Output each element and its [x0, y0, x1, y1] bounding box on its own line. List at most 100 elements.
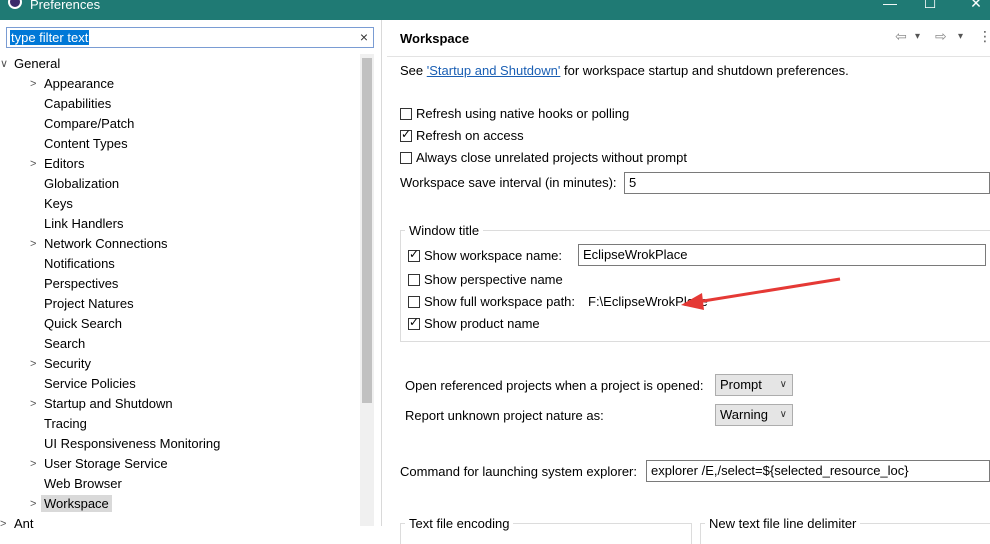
chevron-down-icon[interactable]: ∨ [0, 54, 10, 74]
chevron-right-icon[interactable]: > [30, 454, 40, 474]
tree-item-label: Appearance [44, 76, 115, 91]
refresh-on-access-checkbox[interactable]: ✓ [400, 127, 412, 142]
filter-input[interactable]: type filter text × [6, 27, 374, 48]
tree-item[interactable]: UI Responsiveness Monitoring [44, 434, 220, 454]
tree-item-label: Web Browser [44, 476, 122, 491]
tree-item[interactable]: Quick Search [44, 314, 122, 334]
refresh-native-checkbox[interactable] [400, 108, 412, 120]
tree-scrollbar[interactable] [360, 54, 374, 526]
tree-item[interactable]: Tracing [44, 414, 87, 434]
tree-item[interactable]: > User Storage Service [30, 454, 168, 474]
tree-item[interactable]: > Ant [0, 514, 34, 534]
tree-item[interactable]: > Startup and Shutdown [30, 394, 173, 414]
open-referenced-value: Prompt [720, 377, 762, 392]
tree-item[interactable]: Service Policies [44, 374, 136, 394]
open-referenced-select[interactable]: Prompt ∨ [715, 374, 793, 396]
hint-suffix: for workspace startup and shutdown prefe… [560, 63, 849, 78]
tree-item-label: Quick Search [44, 316, 123, 331]
forward-menu-icon[interactable]: ▾ [958, 31, 963, 42]
chevron-down-icon: ∨ [779, 379, 787, 390]
always-close-label: Always close unrelated projects without … [416, 150, 687, 165]
tree-item[interactable]: > Editors [30, 154, 85, 174]
show-product-name-checkbox[interactable]: ✓ [408, 315, 420, 330]
tree-scrollbar-thumb[interactable] [362, 58, 372, 403]
tree-item[interactable]: Search [44, 334, 85, 354]
hint-prefix: See [400, 63, 427, 78]
tree-item[interactable]: Link Handlers [44, 214, 124, 234]
header-divider [387, 56, 990, 57]
maximize-button[interactable]: ☐ [920, 0, 940, 11]
chevron-right-icon[interactable]: > [30, 154, 40, 174]
back-arrow-icon[interactable]: ⇦ [895, 28, 907, 45]
check-icon: ✓ [409, 315, 420, 329]
annotation-arrow-icon [681, 277, 841, 310]
tree-item-label: Perspectives [44, 276, 119, 291]
tree-item[interactable]: Web Browser [44, 474, 122, 494]
tree-item[interactable]: Capabilities [44, 94, 111, 114]
minimize-button[interactable]: — [880, 0, 900, 11]
more-options-icon[interactable]: ⋮ [978, 28, 990, 45]
forward-arrow-icon[interactable]: ⇨ [935, 28, 947, 45]
tree-item[interactable]: > Security [30, 354, 91, 374]
tree-item[interactable]: Globalization [44, 174, 119, 194]
text-encoding-label: Text file encoding [405, 516, 514, 532]
chevron-right-icon[interactable]: > [30, 394, 40, 414]
report-unknown-select[interactable]: Warning ∨ [715, 404, 793, 426]
tree-item-label: UI Responsiveness Monitoring [44, 436, 221, 451]
tree-item[interactable]: > Appearance [30, 74, 115, 94]
chevron-right-icon[interactable]: > [30, 234, 40, 254]
show-workspace-name-checkbox[interactable]: ✓ [408, 247, 420, 262]
startup-shutdown-hint: See 'Startup and Shutdown' for workspace… [400, 63, 849, 79]
page-title: Workspace [400, 31, 470, 46]
preference-page: Workspace ⇦ ▾ ⇨ ▾ ⋮ See 'Startup and Shu… [387, 20, 990, 544]
filter-input-text[interactable]: type filter text [10, 30, 90, 45]
show-workspace-name-label: Show workspace name: [424, 248, 563, 263]
save-interval-input[interactable]: 5 [624, 172, 990, 194]
tree-item-label: Startup and Shutdown [44, 396, 173, 411]
chevron-right-icon[interactable]: > [0, 514, 10, 534]
show-full-path-label: Show full workspace path: [424, 294, 576, 309]
tree-item[interactable]: Perspectives [44, 274, 118, 294]
tree-item[interactable]: Content Types [44, 134, 128, 154]
tree-item-label: Compare/Patch [44, 116, 135, 131]
tree-item[interactable]: Project Natures [44, 294, 134, 314]
tree-item-label: Editors [44, 156, 85, 171]
tree-item-label: Content Types [44, 136, 128, 151]
chevron-right-icon[interactable]: > [30, 494, 40, 514]
back-menu-icon[interactable]: ▾ [915, 31, 920, 42]
clear-filter-icon[interactable]: × [360, 29, 368, 45]
tree-item-label: Project Natures [44, 296, 134, 311]
chevron-right-icon[interactable]: > [30, 74, 40, 94]
tree-item-label: Tracing [44, 416, 87, 431]
save-interval-label: Workspace save interval (in minutes): [400, 175, 617, 190]
tree-item-label: Network Connections [44, 236, 168, 251]
window-title: Preferences [30, 0, 101, 12]
explorer-command-input[interactable]: explorer /E,/select=${selected_resource_… [646, 460, 990, 482]
tree-item-label: Service Policies [44, 376, 136, 391]
tree-item[interactable]: ∨ General [0, 54, 61, 74]
refresh-on-access-label: Refresh on access [416, 128, 524, 143]
tree-item-label: Keys [44, 196, 73, 211]
tree-item[interactable]: > Workspace [30, 494, 112, 514]
page-header: Workspace ⇦ ▾ ⇨ ▾ ⋮ [387, 20, 990, 56]
tree-item[interactable]: Notifications [44, 254, 115, 274]
refresh-native-label: Refresh using native hooks or polling [416, 106, 630, 121]
show-full-path-checkbox[interactable] [408, 296, 420, 308]
close-button[interactable]: ✕ [966, 0, 986, 11]
always-close-checkbox[interactable] [400, 152, 412, 164]
line-delimiter-label: New text file line delimiter [705, 516, 861, 532]
chevron-right-icon[interactable]: > [30, 354, 40, 374]
explorer-command-label: Command for launching system explorer: [400, 464, 637, 479]
startup-shutdown-link[interactable]: 'Startup and Shutdown' [427, 63, 561, 78]
show-perspective-name-checkbox[interactable] [408, 274, 420, 286]
show-perspective-name-label: Show perspective name [424, 272, 563, 287]
tree-item[interactable]: > Network Connections [30, 234, 168, 254]
tree-item-label: General [14, 56, 61, 71]
report-unknown-label: Report unknown project nature as: [405, 408, 604, 423]
window-titlebar: Preferences — ☐ ✕ [0, 0, 990, 20]
tree-item-label: Globalization [44, 176, 120, 191]
tree-item-label: Security [44, 356, 91, 371]
tree-item[interactable]: Compare/Patch [44, 114, 134, 134]
tree-item[interactable]: Keys [44, 194, 73, 214]
workspace-name-input[interactable]: EclipseWrokPlace [578, 244, 986, 266]
